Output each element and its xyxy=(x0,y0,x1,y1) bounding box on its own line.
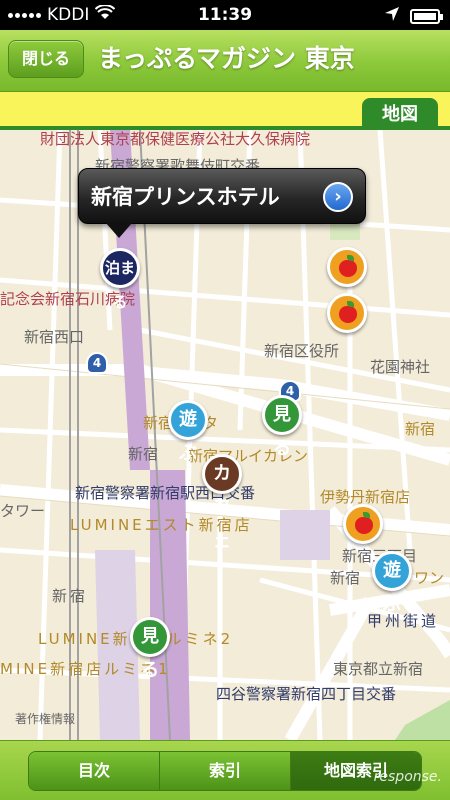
callout-title: 新宿プリンスホテル xyxy=(91,185,280,209)
map-label: 財団法人東京都保健医療公社大久保病院 xyxy=(40,130,311,148)
watermark-text: response. xyxy=(373,769,442,785)
bottom-toolbar: 目次 索引 地図索引 response. xyxy=(0,740,450,800)
status-right xyxy=(384,6,443,27)
map-label: 四谷警察署新宿四丁目交番 xyxy=(216,685,397,703)
tab-index[interactable]: 索引 xyxy=(160,752,291,790)
page-title: まっぷるマガジン 東京 xyxy=(98,44,355,73)
play-pin[interactable]: 遊ぶ xyxy=(372,551,412,615)
map-label: 新宿 xyxy=(52,587,89,605)
apple-pin[interactable] xyxy=(327,247,367,287)
cafe-pin[interactable]: カフェ xyxy=(202,454,242,552)
location-callout[interactable]: 新宿プリンスホテル › xyxy=(78,168,366,224)
status-bar: KDDI 11:39 xyxy=(0,0,450,30)
map-label: 新宿 xyxy=(330,569,361,587)
tab-map[interactable]: 地図 xyxy=(362,98,438,132)
clock: 11:39 xyxy=(197,5,253,25)
battery-icon xyxy=(410,9,443,24)
see-pin[interactable]: 見る xyxy=(130,617,170,681)
map-label: タワー xyxy=(0,502,46,520)
apple-icon xyxy=(339,260,357,277)
tab-contents[interactable]: 目次 xyxy=(29,752,160,790)
map-label: 東京都立新宿 xyxy=(333,660,424,678)
play-pin[interactable]: 遊ぶ xyxy=(168,400,208,464)
apple-pin[interactable] xyxy=(343,504,383,544)
callout-pointer xyxy=(106,223,132,238)
location-arrow-icon xyxy=(384,6,400,27)
map-label: 新宿 xyxy=(405,420,436,438)
route-4-shield: 4 xyxy=(86,352,108,374)
map-label: 花園神社 xyxy=(370,358,431,376)
segmented-control: 目次 索引 地図索引 xyxy=(28,751,422,791)
navigation-bar: 閉じる まっぷるマガジン 東京 xyxy=(0,30,450,92)
map-label: 新宿 xyxy=(128,445,159,463)
map-label: 新宿西口 xyxy=(24,328,85,346)
see-pin[interactable]: 見る xyxy=(262,395,302,459)
map-label: 新宿区役所 xyxy=(264,342,340,360)
tab-strip: 地図 xyxy=(0,92,450,132)
stay-pin[interactable]: 泊まる xyxy=(100,248,140,311)
close-button[interactable]: 閉じる xyxy=(8,40,84,78)
apple-icon xyxy=(339,306,357,323)
apple-pin[interactable] xyxy=(327,293,367,333)
map-view[interactable]: 財団法人東京都保健医療公社大久保病院 新宿警察署歌舞伎町交番 記念会新宿石川病院… xyxy=(0,130,450,740)
map-label: ワン xyxy=(414,569,445,587)
map-label: 甲州街道 xyxy=(367,612,440,630)
chevron-right-icon[interactable]: › xyxy=(323,182,353,212)
apple-icon xyxy=(355,517,373,534)
copyright-link[interactable]: 著作権情報 xyxy=(15,710,75,727)
